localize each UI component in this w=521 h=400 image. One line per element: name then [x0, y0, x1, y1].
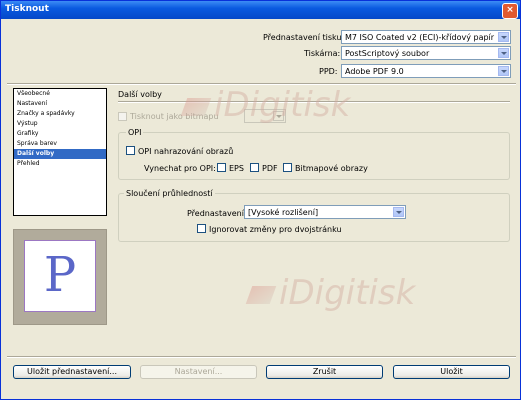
setup-button[interactable]: Nastavení...	[140, 365, 257, 379]
ppd-value: Adobe PDF 9.0	[345, 67, 404, 76]
ignore-spread-overrides-label: Ignorovat změny pro dvojstránku	[209, 225, 342, 234]
printer-label: Tiskárna:	[304, 49, 341, 58]
omit-bitmap-label: Bitmapové obrazy	[295, 164, 368, 173]
omit-pdf-checkbox[interactable]	[250, 163, 259, 172]
preview-page: P	[24, 240, 96, 312]
sidebar-item-advanced[interactable]: Další volby	[14, 149, 106, 159]
flattener-preset-select[interactable]: [Vysoké rozlišení]	[244, 205, 406, 219]
cancel-button[interactable]: Zrušit	[266, 365, 383, 379]
omit-eps-label: EPS	[229, 164, 244, 173]
sidebar-item-setup[interactable]: Nastavení	[14, 99, 106, 109]
printer-value: PostScriptový soubor	[345, 49, 430, 58]
page-preview: P	[13, 229, 107, 325]
omit-bitmap-checkbox[interactable]	[283, 163, 292, 172]
sidebar-item-summary[interactable]: Přehled	[14, 159, 106, 169]
watermark-icon	[180, 97, 212, 116]
sidebar-item-graphics[interactable]: Grafiky	[14, 129, 106, 139]
opi-replace-checkbox[interactable]	[126, 146, 135, 155]
print-as-bitmap-checkbox[interactable]	[118, 112, 127, 121]
chevron-down-icon[interactable]	[498, 66, 509, 76]
sidebar-item-color-management[interactable]: Správa barev	[14, 139, 106, 149]
sidebar-item-marks-bleed[interactable]: Značky a spadávky	[14, 109, 106, 119]
opi-replace-label: OPI nahrazování obrazů	[138, 147, 234, 156]
window-title: Tisknout	[5, 4, 49, 14]
watermark-logo: iDigitisk	[245, 273, 415, 313]
watermark-icon	[245, 285, 277, 304]
footer-divider	[7, 356, 516, 358]
ignore-spread-overrides-checkbox[interactable]	[197, 224, 206, 233]
preview-glyph: P	[43, 247, 77, 303]
close-icon[interactable]: ×	[502, 3, 518, 19]
preset-label: Přednastavení tisku:	[263, 33, 345, 42]
chevron-down-icon[interactable]	[393, 207, 404, 217]
sidebar-item-output[interactable]: Výstup	[14, 119, 106, 129]
category-list[interactable]: Všeobecné Nastavení Značky a spadávky Vý…	[13, 88, 107, 216]
print-preset-select[interactable]: M7 ISO Coated v2 (ECI)-křídový papír	[341, 30, 511, 44]
title-bar: Tisknout ×	[1, 1, 520, 19]
print-preset-value: M7 ISO Coated v2 (ECI)-křídový papír	[345, 33, 495, 42]
flattener-preset-value: [Vysoké rozlišení]	[248, 208, 319, 217]
printer-select[interactable]: PostScriptový soubor	[341, 46, 511, 60]
chevron-down-icon[interactable]	[498, 32, 509, 42]
omit-pdf-label: PDF	[262, 164, 278, 173]
sidebar-item-general[interactable]: Všeobecné	[14, 89, 106, 99]
ppd-select[interactable]: Adobe PDF 9.0	[341, 64, 511, 78]
opi-title: OPI	[126, 128, 144, 137]
ppd-label: PPD:	[319, 67, 338, 76]
opi-omit-label: Vynechat pro OPI:	[144, 164, 216, 173]
save-preset-button[interactable]: Uložit přednastavení...	[13, 365, 131, 379]
print-dialog: Tisknout × Přednastavení tisku: M7 ISO C…	[0, 0, 521, 400]
chevron-down-icon[interactable]	[498, 48, 509, 58]
watermark-logo: iDigitisk	[180, 85, 350, 125]
flattening-title: Sloučení průhledností	[124, 189, 215, 198]
omit-eps-checkbox[interactable]	[217, 163, 226, 172]
save-button[interactable]: Uložit	[393, 365, 510, 379]
section-title: Další volby	[118, 90, 162, 99]
flattener-preset-label: Přednastavení:	[187, 209, 247, 218]
